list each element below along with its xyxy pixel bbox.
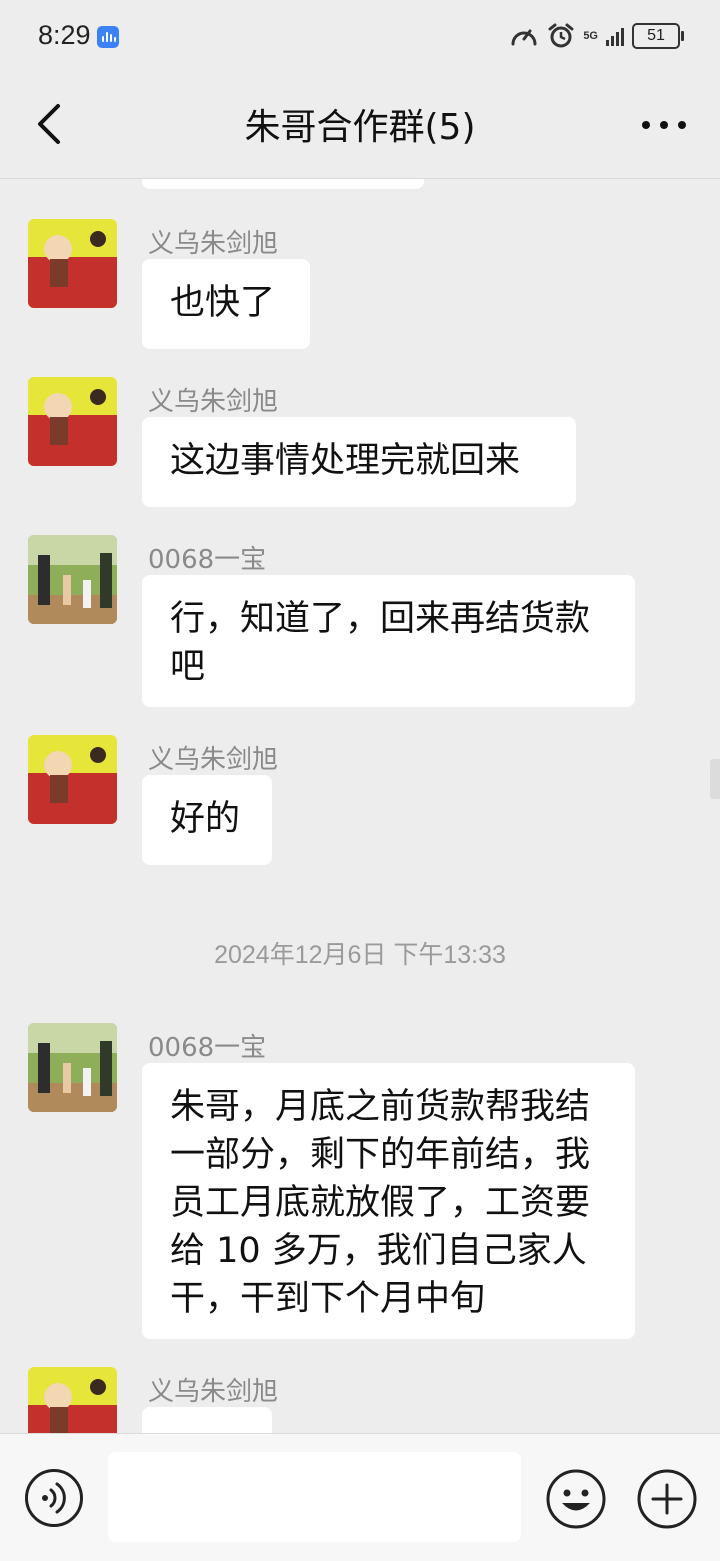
more-options-button[interactable] (630, 98, 698, 148)
message-bubble[interactable]: 也快了 (142, 259, 310, 349)
sender-name: 0068一宝 (148, 1033, 267, 1063)
chat-title: 朱哥合作群(5) (244, 107, 476, 148)
avatar-image (28, 1367, 117, 1433)
avatar-yibao[interactable] (28, 1023, 117, 1112)
input-bar (0, 1433, 720, 1561)
avatar-image (28, 377, 117, 466)
sender-name: 0068一宝 (148, 545, 267, 575)
chat-header: 朱哥合作群(5) (0, 72, 720, 179)
network-label: 5G (583, 30, 598, 42)
message-bubble[interactable]: 行，知道了，回来再结货款吧 (142, 575, 635, 707)
sender-name: 义乌朱剑旭 (148, 1377, 279, 1407)
voice-input-button[interactable] (25, 1469, 83, 1527)
avatar-zhu[interactable] (28, 219, 117, 308)
message-bubble-partial[interactable] (142, 179, 424, 189)
sender-name: 义乌朱剑旭 (148, 387, 279, 417)
message-bubble[interactable]: 朱哥，月底之前货款帮我结一部分，剩下的年前结，我员工月底就放假了，工资要给 10… (142, 1063, 635, 1339)
voice-icon (42, 1482, 66, 1514)
status-bar: 8:29 5G 51 (0, 0, 720, 72)
avatar-zhu[interactable] (28, 735, 117, 824)
battery-level: 51 (647, 27, 665, 44)
scrollbar[interactable] (710, 759, 720, 799)
avatar-image (28, 535, 117, 624)
message-bubble[interactable]: 好的 (142, 775, 272, 865)
avatar-zhu[interactable] (28, 377, 117, 466)
more-functions-button[interactable] (636, 1468, 698, 1530)
battery-icon: 51 (632, 23, 684, 49)
signal-icon (606, 26, 624, 46)
message-bubble[interactable]: 这边事情处理完就回来 (142, 417, 576, 507)
sender-name: 义乌朱剑旭 (148, 229, 279, 259)
status-icons: 5G 51 (509, 18, 684, 54)
emoji-icon (546, 1469, 606, 1529)
plus-icon (637, 1469, 697, 1529)
avatar-image (28, 1023, 117, 1112)
sender-name: 义乌朱剑旭 (148, 745, 279, 775)
status-time: 8:29 (38, 20, 91, 50)
more-dots-icon (642, 121, 686, 129)
message-timestamp: 2024年12月6日 下午13:33 (214, 941, 506, 969)
emoji-button[interactable] (545, 1468, 607, 1530)
message-list[interactable]: 义乌朱剑旭 也快了 义乌朱剑旭 这边事情处理完就回来 0068一宝 行，知道了，… (0, 179, 720, 1433)
avatar-zhu[interactable] (28, 1367, 117, 1433)
speed-icon (511, 29, 537, 46)
message-bubble[interactable] (142, 1407, 272, 1433)
voice-assistant-icon (97, 26, 119, 48)
avatar-image (28, 219, 117, 308)
avatar-image (28, 735, 117, 824)
alarm-icon (548, 23, 574, 48)
message-input[interactable] (108, 1452, 521, 1542)
avatar-yibao[interactable] (28, 535, 117, 624)
